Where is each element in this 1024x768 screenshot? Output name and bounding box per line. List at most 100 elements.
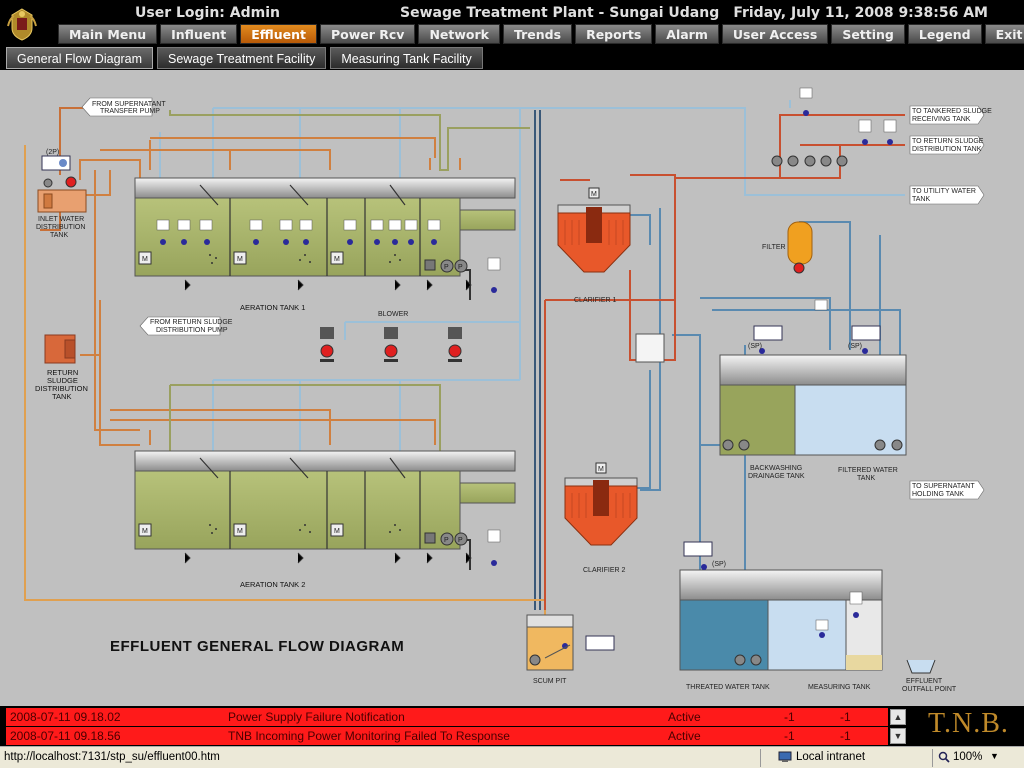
intranet-zone-icon: [778, 751, 792, 762]
motor-icon[interactable]: M: [138, 523, 152, 537]
menu-user-access[interactable]: User Access: [721, 24, 829, 44]
filtered-label-1: FILTERED WATER: [838, 467, 898, 474]
scum-pit-label: SCUM PIT: [533, 678, 567, 685]
clarifier-2[interactable]: M: [564, 462, 638, 546]
menu-setting[interactable]: Setting: [831, 24, 905, 44]
instrument-indicator[interactable]: [487, 257, 501, 293]
menu-reports[interactable]: Reports: [575, 24, 653, 44]
alarm-time: 2008-07-11 09.18.02: [10, 710, 121, 724]
to-return-sludge-callout: TO RETURN SLUDGE DISTRIBUTION TANK: [909, 135, 985, 155]
inlet-label-3: TANK: [50, 232, 68, 239]
blower-unit-1[interactable]: [320, 327, 334, 362]
menu-effluent[interactable]: Effluent: [240, 24, 317, 44]
inlet-pump-count: (2P): [46, 149, 59, 156]
motor-icon[interactable]: M: [233, 251, 247, 265]
filter-label: FILTER: [762, 244, 786, 251]
alarm-value-1: -1: [784, 729, 795, 743]
clarifier-1[interactable]: M: [557, 187, 631, 273]
threated-sp-label: (SP): [712, 561, 726, 568]
main-menu: Main Menu Influent Effluent Power Rcv Networ…: [58, 24, 1024, 44]
to-tankered-text-2: RECEIVING TANK: [912, 116, 971, 123]
motor-icon[interactable]: M: [233, 523, 247, 537]
tab-sewage-treatment-facility[interactable]: Sewage Treatment Facility: [157, 47, 327, 69]
menu-exit[interactable]: Exit: [984, 24, 1024, 44]
aeration-tank-2[interactable]: M M M P P: [134, 450, 516, 564]
datetime-label: Friday, July 11, 2008 9:38:56 AM: [733, 5, 988, 21]
motor-label: M: [237, 528, 243, 535]
aeration-tank-1-label: AERATION TANK 1: [240, 303, 305, 312]
pump-label: P: [444, 264, 449, 271]
tab-measuring-tank-facility[interactable]: Measuring Tank Facility: [330, 47, 483, 69]
to-return-text-2: DISTRIBUTION TANK: [912, 146, 982, 153]
pump-icon[interactable]: P: [440, 532, 454, 546]
alarm-value-2: -1: [840, 729, 851, 743]
pump-icon[interactable]: P: [440, 259, 454, 273]
blower-unit-3[interactable]: [448, 327, 462, 362]
clarifier-2-label: CLARIFIER 2: [583, 567, 626, 574]
motor-label: M: [334, 256, 340, 263]
to-utility-callout: TO UTILITY WATER TANK: [909, 185, 985, 205]
menu-legend[interactable]: Legend: [907, 24, 982, 44]
measuring-label: MEASURING TANK: [808, 684, 871, 691]
blower-label: BLOWER: [378, 311, 408, 318]
motor-icon[interactable]: M: [330, 251, 344, 265]
menu-influent[interactable]: Influent: [160, 24, 238, 44]
motor-label: M: [598, 466, 604, 473]
motor-label: M: [142, 528, 148, 535]
alarm-message: Power Supply Failure Notification: [228, 710, 405, 724]
pump-icon[interactable]: P: [454, 259, 468, 273]
instrument-indicator[interactable]: [487, 529, 501, 566]
return-sludge-distribution-tank[interactable]: [44, 334, 76, 364]
alarm-row[interactable]: 2008-07-11 09.18.02 Power Supply Failure…: [6, 708, 888, 726]
menu-trends[interactable]: Trends: [502, 24, 573, 44]
scroll-down-button[interactable]: ▼: [890, 728, 906, 744]
browser-status-bar: http://localhost:7131/stp_su/effluent00.…: [0, 746, 1024, 768]
from-supernatant-text-1: FROM SUPERNATANT: [92, 101, 166, 108]
from-supernatant-text-2: TRANSFER PUMP: [100, 108, 160, 115]
sub-tab-bar: General Flow Diagram Sewage Treatment Fac…: [0, 46, 1024, 70]
zoom-magnifier-icon[interactable]: [938, 751, 950, 763]
tab-general-flow-diagram[interactable]: General Flow Diagram: [6, 47, 154, 69]
alarm-message: TNB Incoming Power Monitoring Failed To …: [228, 729, 510, 743]
status-url: http://localhost:7131/stp_su/effluent00.…: [4, 751, 220, 763]
from-return-text-1: FROM RETURN SLUDGE: [150, 319, 233, 326]
inlet-label-1: INLET WATER: [38, 216, 84, 223]
scum-pit[interactable]: [526, 614, 615, 671]
aeration-tank-2-label: AERATION TANK 2: [240, 580, 305, 589]
flow-diagram-canvas: M M M P P AERATION TANK 1 M M M P P AERA…: [24, 87, 992, 693]
motor-label: M: [591, 191, 597, 198]
motor-label: M: [142, 256, 148, 263]
clarifier-1-label: CLARIFIER 1: [574, 297, 617, 304]
inlet-water-distribution-tank[interactable]: [37, 155, 87, 213]
outfall-label-2: OUTFALL POINT: [902, 686, 957, 693]
alarm-state: Active: [668, 710, 701, 724]
blower-unit-2[interactable]: [384, 327, 398, 362]
motor-label: M: [334, 528, 340, 535]
alarm-time: 2008-07-11 09.18.56: [10, 729, 121, 743]
zoom-dropdown-icon[interactable]: ▼: [990, 751, 999, 761]
aeration-tank-1[interactable]: M M M P P: [134, 177, 516, 291]
menu-power-rcv[interactable]: Power Rcv: [319, 24, 416, 44]
pump-icon[interactable]: P: [454, 532, 468, 546]
tnb-logo: T.N.B.: [928, 708, 1009, 739]
motor-label: M: [237, 256, 243, 263]
distribution-box[interactable]: [635, 333, 665, 363]
plant-title: Sewage Treatment Plant - Sungai Udang: [400, 5, 720, 21]
to-utility-text-1: TO UTILITY WATER: [912, 188, 976, 195]
zoom-level[interactable]: 100%: [953, 751, 982, 763]
sludge-pump-bank[interactable]: [771, 87, 897, 167]
scroll-up-button[interactable]: ▲: [890, 709, 906, 725]
backwash-filtered-tank[interactable]: [719, 299, 907, 456]
filter-vessel[interactable]: [787, 221, 813, 274]
threated-label: THREATED WATER TANK: [686, 684, 770, 691]
backwash-sp-label: (SP): [748, 343, 762, 350]
menu-main-menu[interactable]: Main Menu: [58, 24, 158, 44]
alarm-state: Active: [668, 729, 701, 743]
to-supernatant-text-1: TO SUPERNATANT: [912, 483, 975, 490]
menu-alarm[interactable]: Alarm: [655, 24, 719, 44]
return-label-4: TANK: [52, 392, 71, 401]
menu-network[interactable]: Network: [418, 24, 500, 44]
alarm-row[interactable]: 2008-07-11 09.18.56 TNB Incoming Power M…: [6, 727, 888, 745]
motor-icon[interactable]: M: [138, 251, 152, 265]
motor-icon[interactable]: M: [330, 523, 344, 537]
